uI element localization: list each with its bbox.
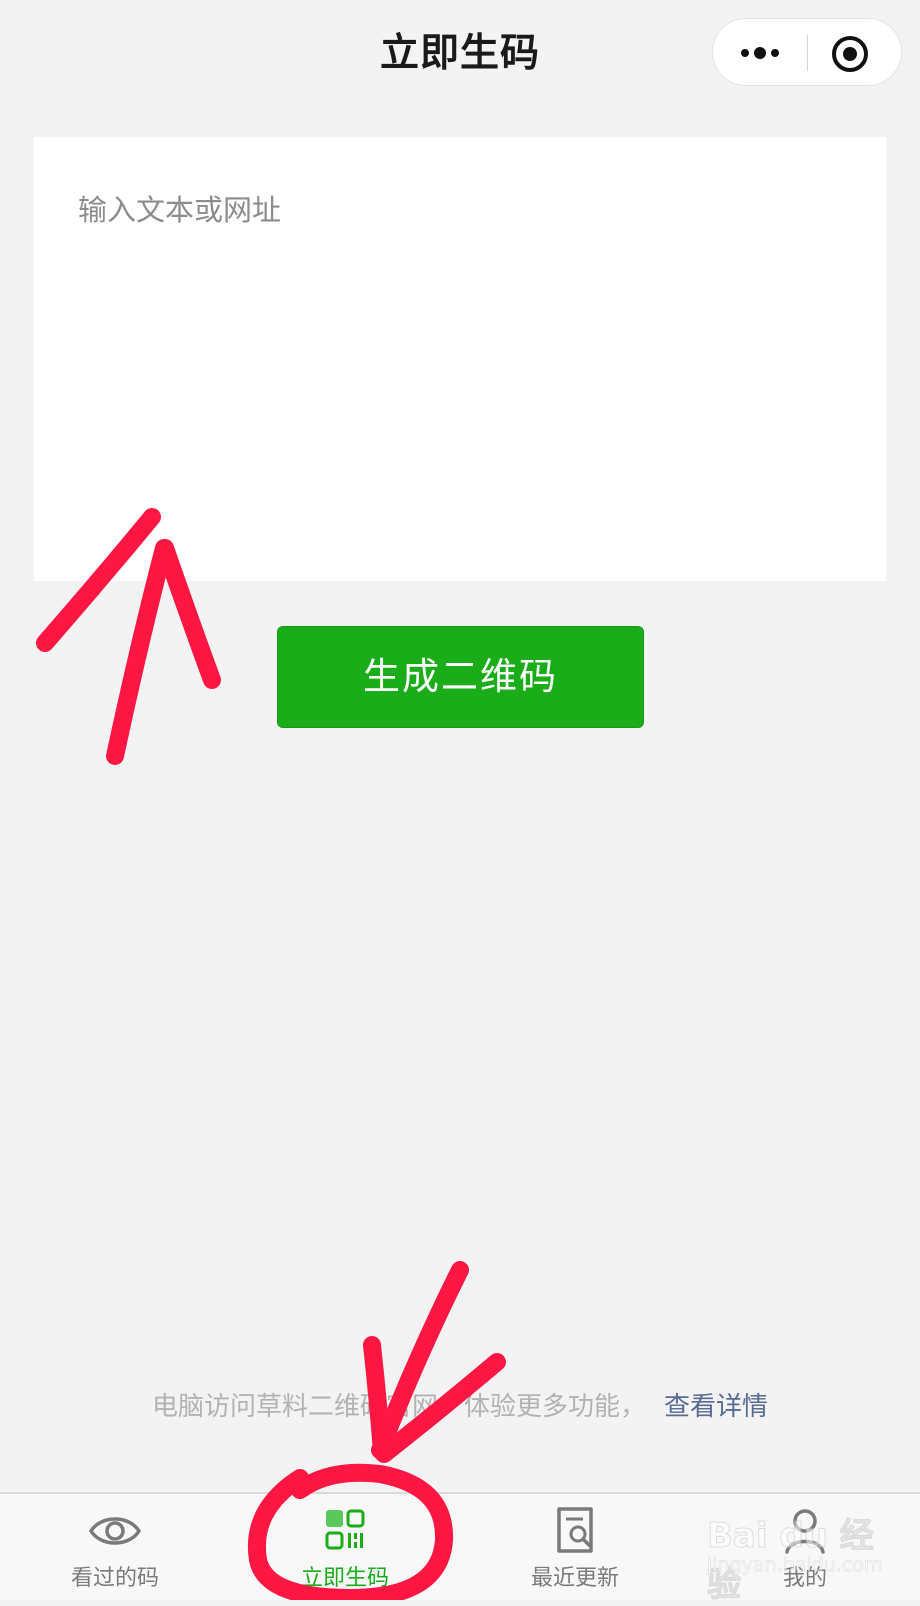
mini-program-capsule bbox=[712, 18, 902, 86]
text-url-input[interactable] bbox=[34, 137, 886, 581]
tab-generate-code[interactable]: 立即生码 bbox=[230, 1494, 460, 1600]
tab-label: 看过的码 bbox=[70, 1566, 159, 1591]
document-search-icon bbox=[557, 1507, 593, 1553]
generate-qr-button[interactable]: 生成二维码 bbox=[277, 626, 644, 728]
more-button[interactable] bbox=[713, 19, 807, 87]
more-dots-icon bbox=[771, 49, 779, 57]
close-button[interactable] bbox=[808, 19, 902, 87]
tab-recent-updates[interactable]: 最近更新 bbox=[460, 1494, 690, 1600]
text-input-box bbox=[34, 137, 886, 581]
footer-note-text: 电脑访问草料二维码官网，体验更多功能， bbox=[151, 1392, 646, 1422]
baidu-jingyan-watermark: Bai du 经验 jingyan.baidu.com bbox=[705, 1500, 905, 1606]
annotation-arrow-down bbox=[371, 1261, 469, 1459]
watermark-sub: jingyan.baidu.com bbox=[707, 1554, 883, 1577]
tab-label: 最近更新 bbox=[530, 1566, 619, 1591]
more-dots-icon bbox=[754, 47, 766, 59]
tab-viewed-codes[interactable]: 看过的码 bbox=[0, 1494, 230, 1600]
footer-note: 电脑访问草料二维码官网，体验更多功能， 查看详情 bbox=[0, 1386, 920, 1423]
target-circle-icon bbox=[832, 36, 868, 72]
eye-icon bbox=[88, 1517, 142, 1545]
view-details-link[interactable]: 查看详情 bbox=[664, 1392, 768, 1422]
qr-code-icon bbox=[325, 1509, 365, 1550]
tab-label: 立即生码 bbox=[300, 1566, 389, 1591]
more-dots-icon bbox=[741, 49, 749, 57]
